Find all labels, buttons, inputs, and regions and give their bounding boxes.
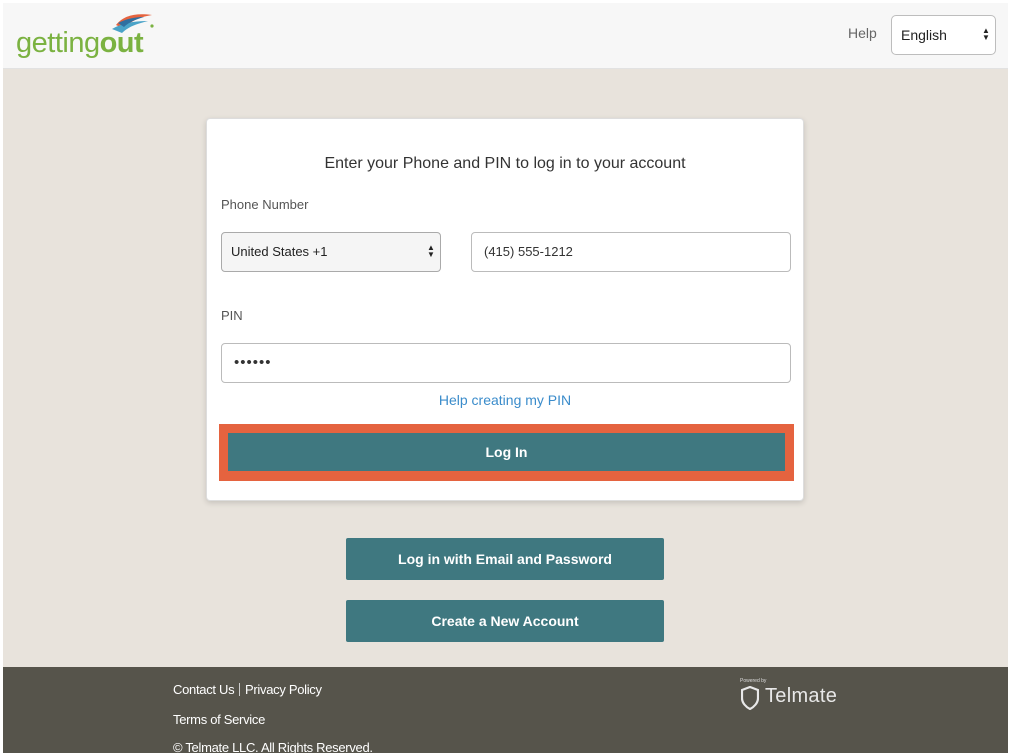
- privacy-policy-link[interactable]: Privacy Policy: [245, 682, 322, 697]
- help-link[interactable]: Help: [848, 25, 877, 41]
- language-selected-value: English: [901, 27, 947, 43]
- create-account-button[interactable]: Create a New Account: [346, 600, 664, 642]
- contact-us-link[interactable]: Contact Us: [173, 682, 235, 697]
- pin-label: PIN: [221, 308, 243, 323]
- footer: Contact Us Privacy Policy Terms of Servi…: [3, 667, 1008, 753]
- logo-wordmark: gettingout: [16, 27, 144, 60]
- copyright-text: © Telmate LLC. All Rights Reserved.: [173, 740, 373, 753]
- phone-number-label: Phone Number: [221, 197, 309, 212]
- pin-input[interactable]: ••••••: [221, 343, 791, 383]
- language-select[interactable]: English ▲ ▼: [891, 15, 996, 55]
- footer-link-separator: [239, 683, 240, 696]
- login-card-title: Enter your Phone and PIN to log in to yo…: [324, 155, 686, 172]
- telmate-wordmark: Telmate: [765, 685, 838, 707]
- logo-text-getting: getting: [16, 27, 100, 59]
- phone-number-input[interactable]: (415) 555-1212: [471, 232, 791, 272]
- terms-of-service-link[interactable]: Terms of Service: [173, 712, 265, 727]
- page-frame: gettingout Help English ▲ ▼ Enter your Ph…: [3, 3, 1008, 753]
- gettingout-logo[interactable]: gettingout: [16, 11, 156, 61]
- powered-by-text: Powered by: [740, 678, 767, 684]
- updown-arrows-icon: ▲ ▼: [427, 243, 435, 259]
- header: gettingout Help English ▲ ▼: [3, 3, 1008, 69]
- help-creating-pin-link[interactable]: Help creating my PIN: [207, 392, 803, 408]
- login-card: Enter your Phone and PIN to log in to yo…: [206, 118, 804, 501]
- shield-icon: [741, 686, 759, 710]
- country-selected-value: United States +1: [231, 244, 328, 259]
- updown-arrows-icon: ▲ ▼: [982, 26, 990, 42]
- login-button[interactable]: Log In: [228, 433, 785, 471]
- email-login-button[interactable]: Log in with Email and Password: [346, 538, 664, 580]
- logo-text-out: out: [99, 27, 144, 59]
- country-code-select[interactable]: United States +1 ▲ ▼: [221, 232, 441, 272]
